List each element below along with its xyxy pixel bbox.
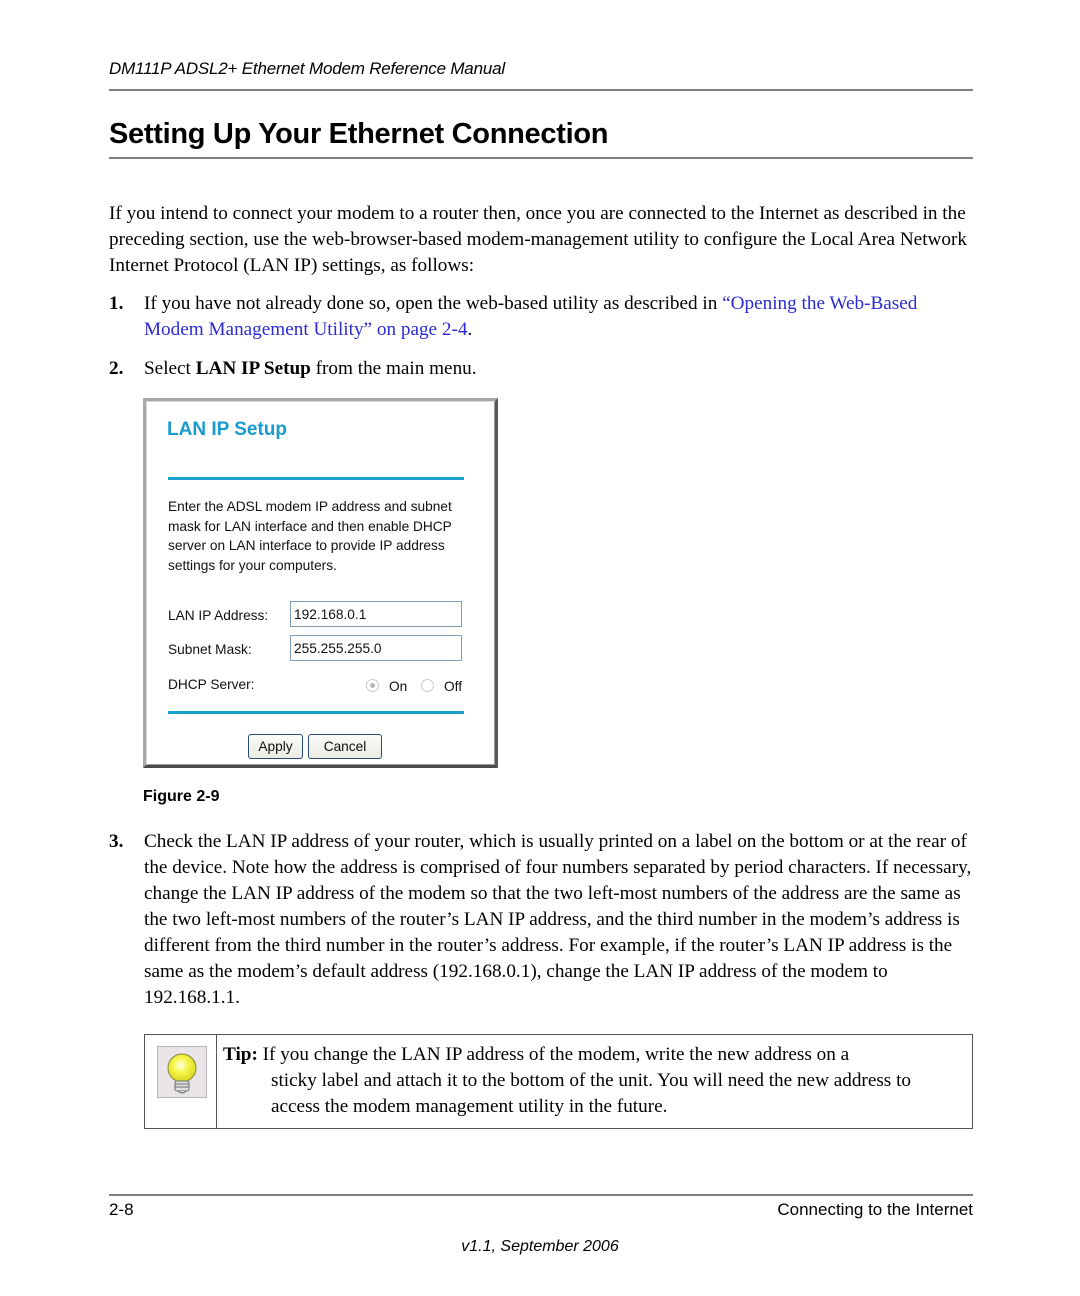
step-number: 1. — [109, 293, 124, 314]
subnet-mask-label: Subnet Mask: — [168, 642, 252, 657]
lan-ip-address-input[interactable] — [290, 601, 462, 627]
step-number: 3. — [109, 831, 124, 852]
tip-box: Tip: If you change the LAN IP address of… — [144, 1034, 973, 1129]
version-date: v1.1, September 2006 — [461, 1238, 619, 1255]
title-rule — [109, 157, 973, 159]
apply-button[interactable]: Apply — [248, 734, 303, 759]
step-number: 2. — [109, 358, 124, 379]
cancel-button[interactable]: Cancel — [308, 734, 382, 759]
footer-rule — [109, 1194, 973, 1196]
dhcp-on-label: On — [389, 679, 408, 694]
tip-text: Tip: If you change the LAN IP address of… — [223, 1044, 911, 1117]
chapter-name: Connecting to the Internet — [777, 1200, 973, 1219]
page-number: 2-8 — [109, 1200, 134, 1219]
lightbulb-icon — [157, 1046, 207, 1098]
dhcp-off-label: Off — [444, 679, 463, 694]
title-divider — [168, 477, 464, 480]
running-header: DM111P ADSL2+ Ethernet Modem Reference M… — [109, 59, 505, 78]
dhcp-on-radio[interactable] — [366, 679, 379, 692]
step-text: If you have not already done so, open th… — [144, 293, 918, 340]
lan-ip-setup-screenshot: LAN IP Setup Enter the ADSL modem IP add… — [143, 398, 498, 768]
header-rule — [109, 89, 973, 91]
screen-title: LAN IP Setup — [167, 419, 287, 440]
step-text: Check the LAN IP address of your router,… — [144, 831, 972, 1008]
screen-description: Enter the ADSL modem IP address and subn… — [168, 499, 452, 573]
subnet-mask-input[interactable] — [290, 635, 462, 661]
step-text: Select LAN IP Setup from the main menu. — [144, 358, 477, 379]
tip-label: Tip: — [223, 1044, 258, 1065]
tip-icon-cell — [145, 1035, 217, 1128]
lan-ip-label: LAN IP Address: — [168, 608, 269, 623]
dhcp-server-label: DHCP Server: — [168, 677, 255, 692]
dhcp-off-radio[interactable] — [421, 679, 434, 692]
bottom-divider — [168, 711, 464, 714]
figure-caption: Figure 2-9 — [143, 788, 220, 805]
page-title: Setting Up Your Ethernet Connection — [109, 118, 609, 150]
intro-paragraph: If you intend to connect your modem to a… — [109, 203, 967, 276]
